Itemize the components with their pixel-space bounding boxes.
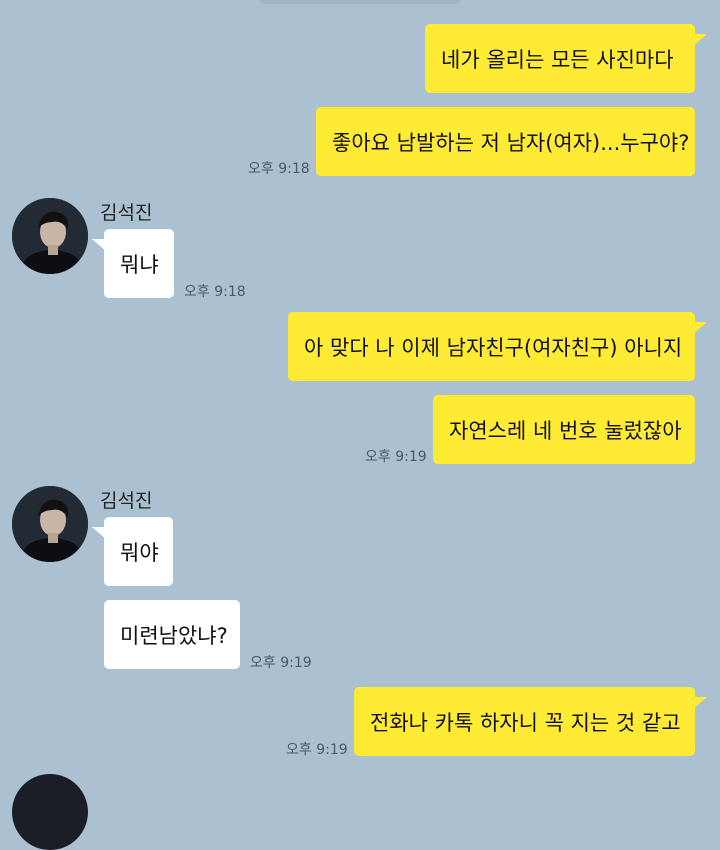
contact-name: 김석진 — [100, 490, 153, 512]
message-time: 오후 9:18 — [184, 284, 246, 300]
contact-name: 김석진 — [100, 202, 153, 224]
chat-area[interactable]: 네가 올리는 모든 사진마다 오후 9:18 좋아요 남발하는 저 남자(여자)… — [0, 0, 720, 850]
message-text: 미련남았냐? — [120, 623, 228, 648]
my-message-bubble[interactable]: 자연스레 네 번호 눌렀잖아 — [433, 395, 695, 464]
my-message-bubble[interactable]: 전화나 카톡 하자니 꼭 지는 것 같고 — [354, 687, 707, 756]
message-text: 뭐냐 — [120, 252, 159, 277]
my-message-bubble[interactable]: 좋아요 남발하는 저 남자(여자)...누구야? — [316, 107, 695, 176]
message-text: 좋아요 남발하는 저 남자(여자)...누구야? — [332, 130, 690, 155]
profile-photo-icon — [12, 198, 88, 274]
contact-avatar[interactable] — [12, 774, 88, 850]
contact-avatar[interactable] — [12, 198, 88, 274]
message-text: 뭐야 — [120, 540, 159, 565]
message-time: 오후 9:18 — [248, 161, 310, 177]
message-text: 아 맞다 나 이제 남자친구(여자친구) 아니지 — [304, 335, 683, 360]
their-message-bubble[interactable]: 뭐냐 — [92, 229, 174, 298]
message-text: 전화나 카톡 하자니 꼭 지는 것 같고 — [370, 710, 681, 735]
message-time: 오후 9:19 — [286, 742, 348, 758]
message-text: 네가 올리는 모든 사진마다 — [441, 47, 674, 72]
message-text: 자연스레 네 번호 눌렀잖아 — [449, 418, 682, 443]
their-message-bubble[interactable]: 미련남았냐? — [104, 600, 240, 669]
message-time: 오후 9:19 — [250, 655, 312, 671]
message-time: 오후 9:19 — [365, 449, 427, 465]
scroll-indicator — [260, 0, 460, 4]
contact-avatar[interactable] — [12, 486, 88, 562]
profile-photo-icon — [12, 486, 88, 562]
their-message-bubble[interactable]: 뭐야 — [92, 517, 173, 586]
my-message-bubble[interactable]: 아 맞다 나 이제 남자친구(여자친구) 아니지 — [288, 312, 707, 381]
my-message-bubble[interactable]: 네가 올리는 모든 사진마다 — [425, 24, 707, 93]
